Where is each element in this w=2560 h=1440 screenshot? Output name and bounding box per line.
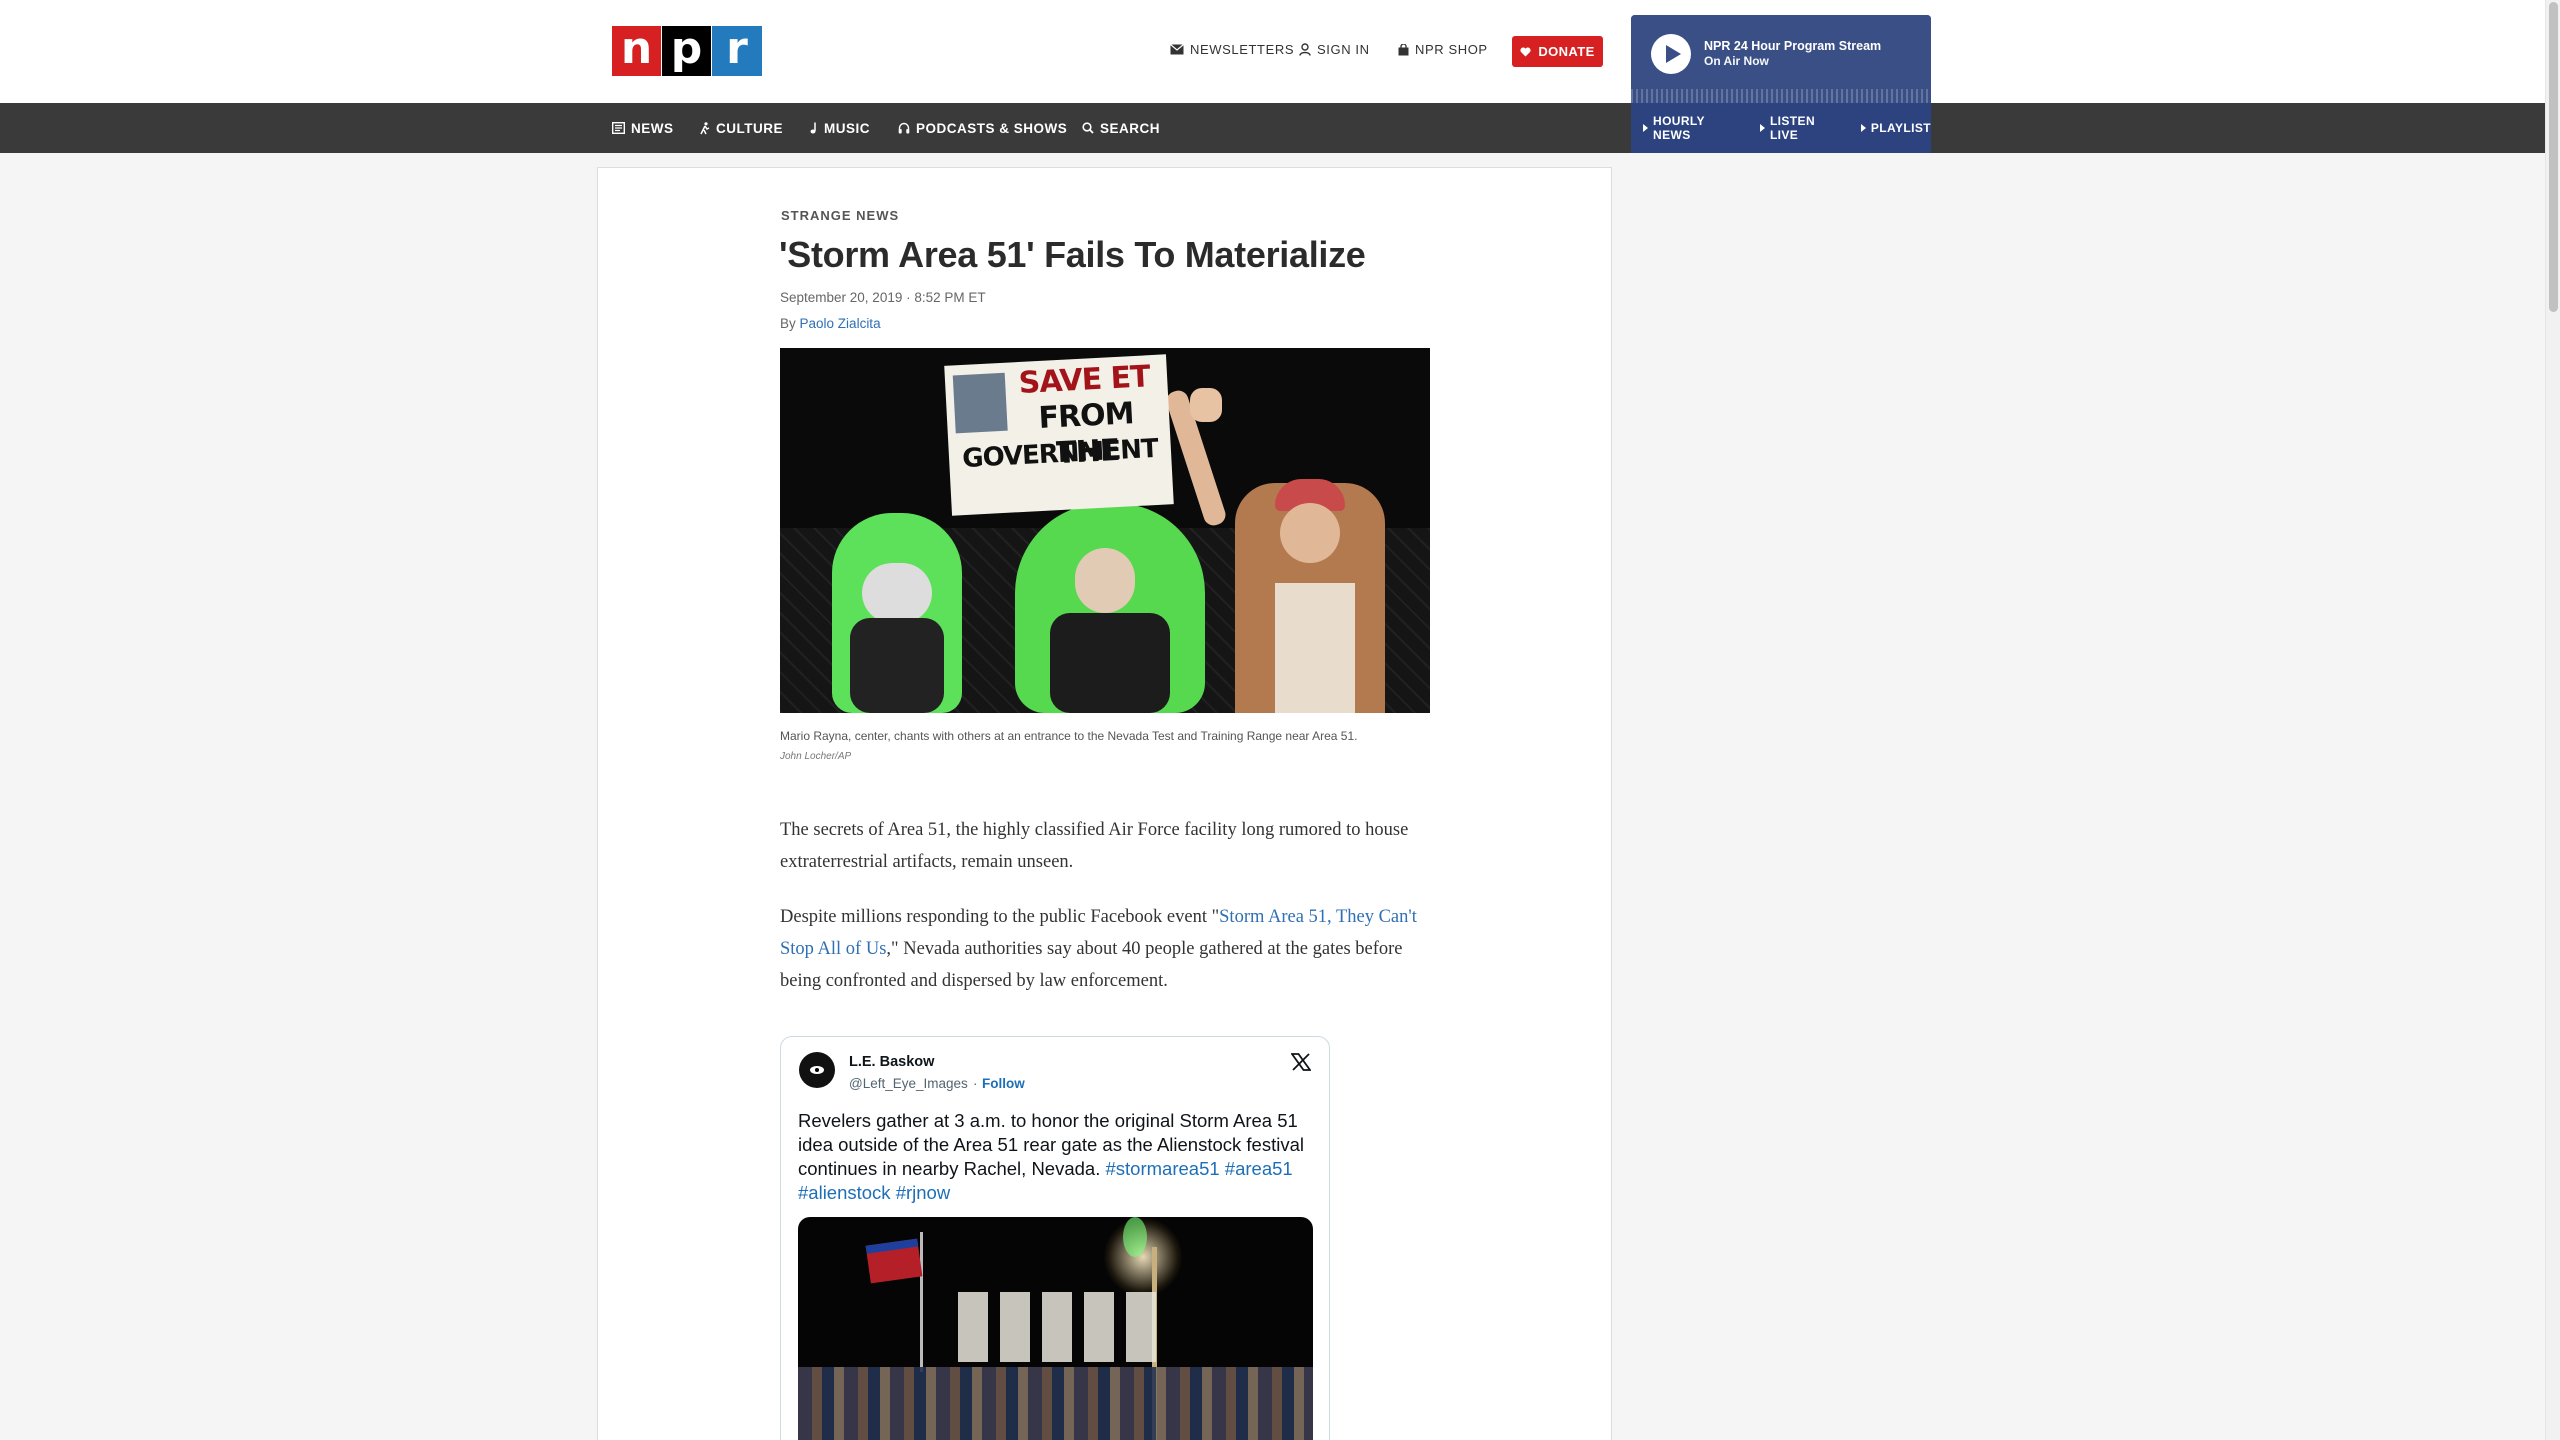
photo-alien-costume-left (832, 513, 962, 713)
newspaper-icon (612, 122, 625, 134)
nav-label-podcasts-shows: PODCASTS & SHOWS (916, 120, 1068, 136)
sign-text-line3: GOVERNMENT (961, 433, 1159, 475)
byline-prefix: By (780, 316, 796, 331)
play-icon[interactable] (1651, 34, 1691, 74)
tweet-author-handle[interactable]: @Left_Eye_Images (849, 1076, 968, 1091)
music-note-icon (810, 122, 816, 134)
photo-fist (1190, 388, 1222, 422)
donate-button[interactable]: DONATE (1512, 36, 1603, 67)
tweet-follow-button[interactable]: Follow (982, 1076, 1025, 1091)
tweet-separator: · (973, 1076, 978, 1091)
donate-label: DONATE (1538, 44, 1595, 59)
newsletters-label: NEWSLETTERS (1190, 42, 1295, 57)
player-stream-title: NPR 24 Hour Program Stream (1704, 39, 1882, 53)
live-stream-player: NPR 24 Hour Program Stream On Air Now HO… (1631, 15, 1931, 153)
culture-icon (700, 121, 710, 134)
tweet-hashtag[interactable]: #stormarea51 (1106, 1158, 1220, 1179)
photo-alien-costume-center (1015, 503, 1205, 713)
npr-logo[interactable]: n p r (612, 26, 763, 76)
listen-live-link[interactable]: LISTEN LIVE (1760, 114, 1847, 142)
player-on-air-label: On Air Now (1704, 54, 1769, 68)
audio-wave-decoration (1631, 89, 1931, 103)
nav-item-podcasts-shows[interactable]: PODCASTS & SHOWS (898, 103, 1067, 153)
logo-letter-n: n (612, 26, 662, 76)
heart-icon (1520, 46, 1531, 56)
sign-in-label: SIGN IN (1317, 42, 1370, 57)
nav-item-culture[interactable]: CULTURE (700, 103, 783, 153)
logo-letter-r: r (712, 26, 762, 76)
section-label[interactable]: STRANGE NEWS (781, 208, 899, 223)
photo-crowd-signs (958, 1292, 1158, 1362)
byline: By Paolo Zialcita (780, 316, 881, 331)
scrollbar-thumb[interactable] (2549, 2, 2558, 312)
photo-crowd (798, 1367, 1313, 1440)
nav-label-music: MUSIC (824, 120, 870, 136)
envelope-icon (1170, 44, 1184, 55)
tweet-hashtag[interactable]: #area51 (1225, 1158, 1293, 1179)
nav-item-music[interactable]: MUSIC (810, 103, 870, 153)
tweet-author-avatar[interactable] (799, 1052, 835, 1088)
photo-protest-sign: SAVE ET FROM THE GOVERNMENT (944, 354, 1174, 516)
tweet-photo[interactable] (798, 1217, 1313, 1440)
x-logo-icon[interactable] (1290, 1053, 1312, 1076)
photo-credit: John Locher/AP (780, 751, 852, 762)
nav-label-news: NEWS (631, 120, 674, 136)
author-link[interactable]: Paolo Zialcita (800, 316, 881, 331)
photo-flag (865, 1238, 923, 1284)
nav-item-search[interactable]: SEARCH (1082, 103, 1160, 153)
npr-shop-link[interactable]: NPR SHOP (1398, 42, 1488, 57)
player-links: HOURLY NEWS LISTEN LIVE PLAYLIST (1631, 103, 1931, 153)
photo-et-picture (952, 372, 1008, 434)
article-paragraph-1: The secrets of Area 51, the highly class… (780, 820, 1409, 872)
tweet-hashtag[interactable]: #alienstock (798, 1182, 891, 1203)
lead-photo[interactable]: SAVE ET FROM THE GOVERNMENT (780, 348, 1430, 713)
headphones-icon (898, 122, 910, 134)
search-icon (1082, 122, 1094, 134)
nav-label-culture: CULTURE (716, 120, 783, 136)
nav-item-news[interactable]: NEWS (612, 103, 674, 153)
article-paragraph-2: Despite millions responding to the publi… (780, 901, 1430, 997)
main-nav: NEWS CULTURE MUSIC PODCASTS & SHOWS SEAR… (0, 103, 2545, 153)
embedded-tweet[interactable]: L.E. Baskow @Left_Eye_Images · Follow Re… (780, 1036, 1330, 1440)
photo-caption: Mario Rayna, center, chants with others … (780, 729, 1358, 743)
site-header: n p r NEWSLETTERS SIGN IN NPR SHOP DONAT… (0, 0, 2545, 103)
user-icon (1299, 43, 1311, 56)
playlist-link[interactable]: PLAYLIST (1861, 121, 1931, 135)
page-scrollbar[interactable] (2545, 0, 2560, 1440)
npr-shop-label: NPR SHOP (1415, 42, 1488, 57)
newsletters-link[interactable]: NEWSLETTERS (1170, 42, 1294, 57)
sign-in-link[interactable]: SIGN IN (1299, 42, 1370, 57)
logo-letter-p: p (662, 26, 712, 76)
nav-label-search: SEARCH (1100, 120, 1161, 136)
article-headline: 'Storm Area 51' Fails To Materialize (779, 234, 1366, 275)
tweet-hashtag[interactable]: #rjnow (896, 1182, 951, 1203)
player-header: NPR 24 Hour Program Stream On Air Now (1631, 15, 1931, 103)
photo-chanting-man (1235, 479, 1385, 713)
hourly-news-link[interactable]: HOURLY NEWS (1643, 114, 1746, 142)
article-date: September 20, 2019 · 8:52 PM ET (780, 290, 986, 305)
shopping-bag-icon (1398, 43, 1409, 55)
paragraph-2-text-start: Despite millions responding to the publi… (780, 907, 1220, 927)
tweet-author-name[interactable]: L.E. Baskow (849, 1054, 934, 1070)
tweet-text: Revelers gather at 3 a.m. to honor the o… (798, 1109, 1318, 1205)
